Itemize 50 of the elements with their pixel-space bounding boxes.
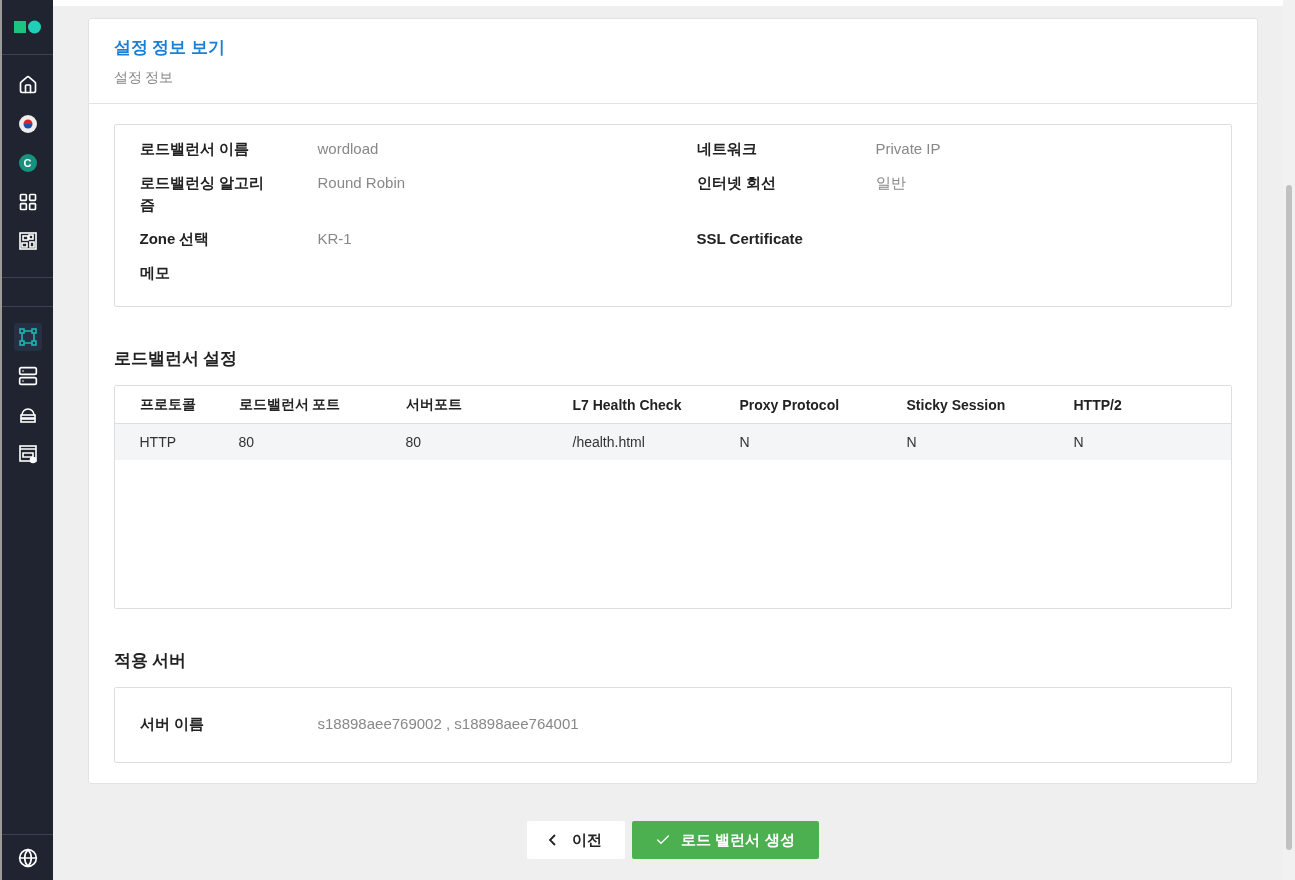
section-title: 적용 서버 <box>113 650 188 672</box>
table-cell-text: 80 <box>405 434 423 450</box>
page-title: 설정 정보 보기 <box>113 37 226 59</box>
page-subtitle: 설정 정보 <box>113 69 175 87</box>
globe-icon <box>17 847 38 868</box>
field-label: SSL Certificate <box>696 229 804 249</box>
column-header: 로드밸런서 포트 <box>238 395 342 414</box>
letter-icon: C <box>18 154 37 172</box>
column-header: 서버포트 <box>405 395 463 414</box>
table-cell-text: 80 <box>238 434 256 450</box>
field-value: Private IP <box>875 139 942 159</box>
table-cell-text: N <box>1073 434 1085 450</box>
nodes-icon <box>17 327 38 347</box>
field-label: 네트워크 <box>696 139 758 159</box>
field-label: 로드밸런서 이름 <box>139 139 250 159</box>
field-label: 서버 이름 <box>139 714 205 734</box>
field-value: Round Robin <box>317 173 407 193</box>
field-value: s18898aee769002 , s18898aee764001 <box>317 714 580 734</box>
field-label: 메모 <box>139 263 171 283</box>
column-header: HTTP/2 <box>1073 396 1123 413</box>
server-icon <box>17 366 38 386</box>
dns-icon <box>17 444 38 464</box>
field-value: wordload <box>317 139 380 159</box>
field-label: 로드밸런싱 알고리즘 <box>139 173 265 215</box>
section-title: 로드밸런서 설정 <box>113 348 239 370</box>
scrollbar-thumb[interactable] <box>1286 185 1292 850</box>
table-cell-text: N <box>906 434 918 450</box>
sidebar-item[interactable]: C <box>13 149 42 177</box>
field-value: KR-1 <box>317 229 353 249</box>
board-icon <box>17 231 38 251</box>
back-button[interactable]: 이전 <box>526 821 625 859</box>
flag-icon <box>17 114 38 134</box>
field-label: Zone 선택 <box>139 229 211 249</box>
grid-icon <box>17 192 38 212</box>
cloud-server-icon <box>17 405 38 425</box>
table-cell-text: HTTP <box>139 434 178 450</box>
logo-icon <box>13 20 42 34</box>
field-label: 인터넷 회선 <box>696 173 777 193</box>
chevron-left-icon <box>549 834 556 846</box>
home-icon <box>17 75 38 95</box>
column-header: Sticky Session <box>906 396 1007 413</box>
table-cell-text: /health.html <box>572 434 646 450</box>
create-button[interactable]: 로드 밸런서 생성 <box>631 821 819 859</box>
sidebar-separator <box>2 277 53 307</box>
sidebar-item[interactable] <box>13 323 42 351</box>
table-cell-text: N <box>739 434 751 450</box>
column-header: L7 Health Check <box>572 396 683 413</box>
field-value: 일반 <box>875 173 907 193</box>
column-header: 프로토콜 <box>139 395 197 414</box>
column-header: Proxy Protocol <box>739 396 841 413</box>
